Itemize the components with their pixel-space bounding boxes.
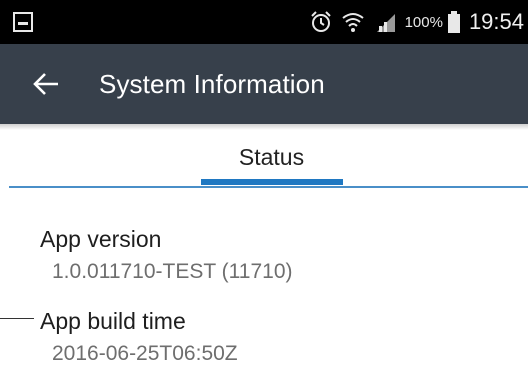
alarm-icon	[309, 10, 333, 34]
page-title: System Information	[99, 69, 325, 99]
screenshot-icon	[13, 12, 33, 32]
tab-bar: Status	[0, 130, 528, 190]
divider	[0, 318, 34, 319]
battery-percent: 100%	[404, 13, 443, 31]
app-version-label: App version	[40, 226, 162, 252]
wifi-icon	[341, 10, 365, 34]
status-bar: 100% 19:54	[0, 0, 528, 44]
arrow-left-icon[interactable]	[32, 70, 62, 98]
clock: 19:54	[468, 9, 524, 34]
tab-active-indicator	[201, 179, 343, 185]
tab-divider	[9, 186, 528, 188]
app-build-time-value: 2016-06-25T06:50Z	[52, 342, 238, 365]
tab-status[interactable]: Status	[200, 144, 343, 171]
status-icons: 100% 19:54	[301, 0, 524, 44]
status-content: App version 1.0.011710-TEST (11710) App …	[0, 190, 528, 375]
app-build-time-label: App build time	[40, 308, 186, 334]
app-version-value: 1.0.011710-TEST (11710)	[52, 260, 293, 283]
app-toolbar: System Information	[0, 44, 528, 124]
signal-icon	[373, 10, 397, 34]
battery-icon	[447, 10, 461, 34]
